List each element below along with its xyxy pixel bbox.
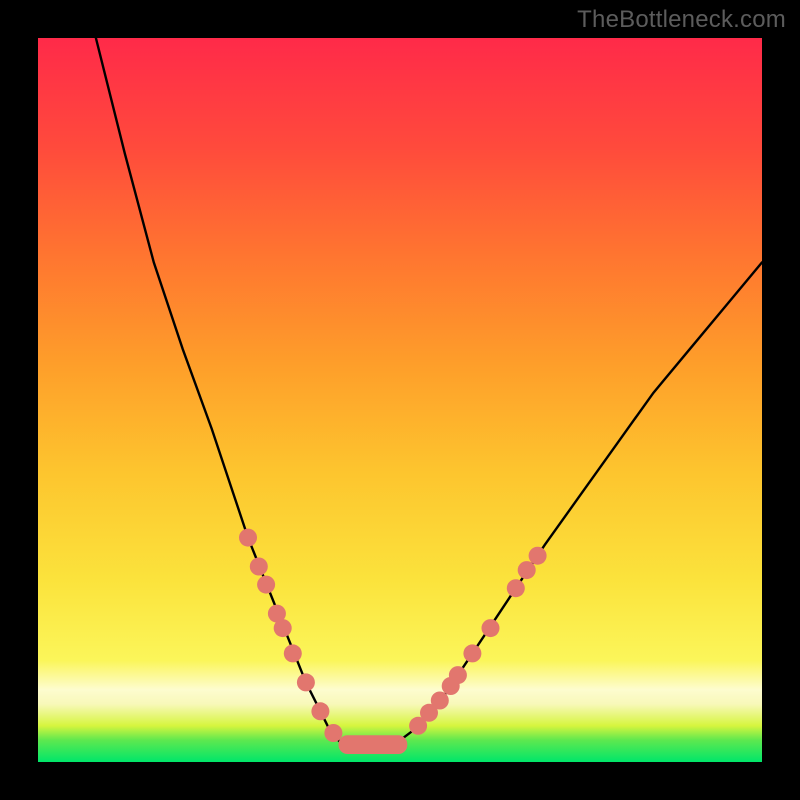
chart-frame: TheBottleneck.com	[0, 0, 800, 800]
highlight-dot	[284, 644, 302, 662]
watermark-text: TheBottleneck.com	[577, 6, 786, 34]
chart-svg	[38, 38, 762, 762]
optimal-range-bar	[339, 735, 408, 754]
highlight-dots	[239, 529, 547, 742]
highlight-dot	[257, 576, 275, 594]
highlight-dot	[507, 579, 525, 597]
highlight-dot	[274, 619, 292, 637]
highlight-dot	[529, 547, 547, 565]
highlight-dot	[239, 529, 257, 547]
highlight-dot	[482, 619, 500, 637]
highlight-dot	[463, 644, 481, 662]
plot-area	[38, 38, 762, 762]
highlight-dot	[431, 692, 449, 710]
highlight-dot	[297, 673, 315, 691]
bottleneck-curve	[96, 38, 762, 748]
highlight-dot	[518, 561, 536, 579]
highlight-dot	[324, 724, 342, 742]
highlight-dot	[449, 666, 467, 684]
highlight-dot	[250, 558, 268, 576]
highlight-dot	[311, 702, 329, 720]
